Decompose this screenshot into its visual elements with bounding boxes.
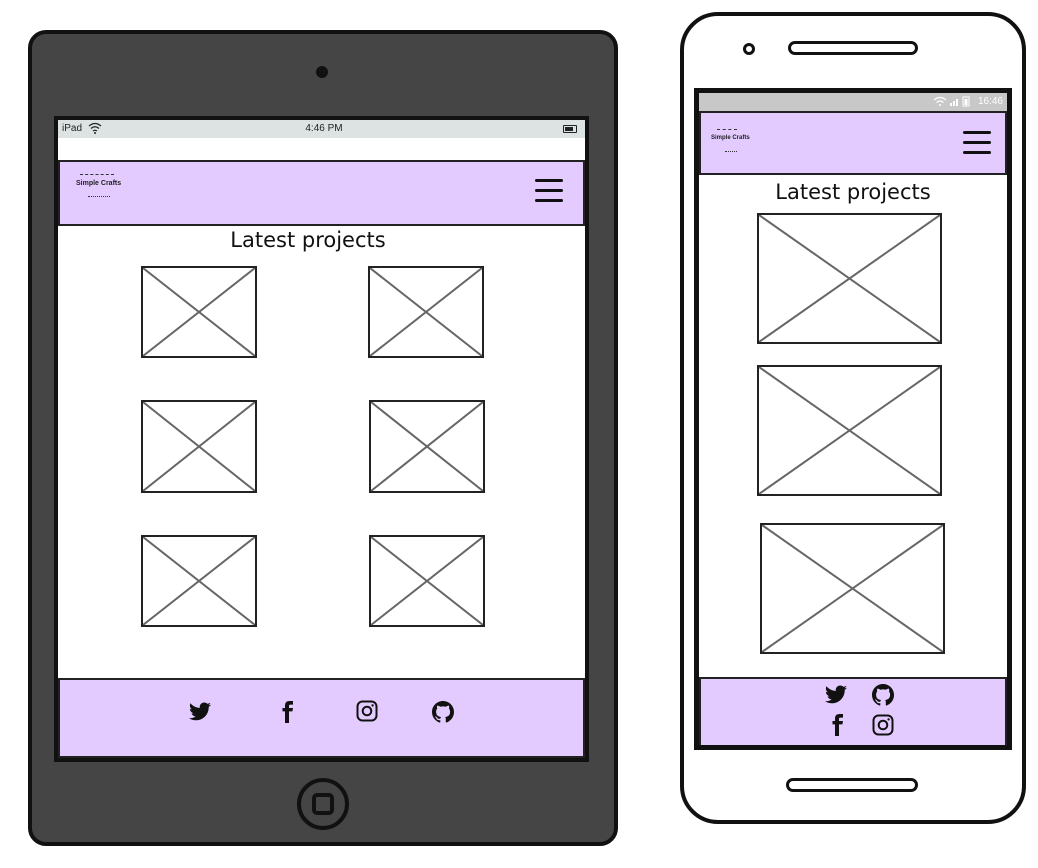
wifi-signal-battery-icon xyxy=(933,96,970,107)
site-logo[interactable]: Simple Crafts xyxy=(711,129,750,152)
phone-screen: 16:46 Simple Crafts Latest projects xyxy=(694,88,1012,750)
site-logo[interactable]: Simple Crafts xyxy=(76,174,122,197)
logo-scribble xyxy=(717,129,737,134)
image-placeholder-icon xyxy=(762,525,943,652)
github-icon[interactable] xyxy=(431,700,455,724)
phone-speaker xyxy=(788,41,918,55)
image-placeholder-icon xyxy=(759,215,940,342)
logo-text: Simple Crafts xyxy=(711,135,750,141)
logo-scribble xyxy=(88,190,110,197)
home-button-square xyxy=(312,793,334,815)
status-time: 16:46 xyxy=(977,96,1003,107)
status-carrier: iPad xyxy=(62,123,83,134)
twitter-icon[interactable] xyxy=(188,700,212,724)
logo-scribble xyxy=(80,174,114,179)
logo-text: Simple Crafts xyxy=(76,180,122,187)
image-placeholder-icon xyxy=(143,537,255,625)
project-image-placeholder[interactable] xyxy=(141,400,257,493)
wifi-icon xyxy=(88,122,102,137)
phone-bottom-bar xyxy=(786,778,918,792)
twitter-icon[interactable] xyxy=(824,683,848,707)
image-placeholder-icon xyxy=(759,367,940,494)
page-title: Latest projects xyxy=(775,180,931,204)
hamburger-menu-icon[interactable] xyxy=(535,179,563,209)
site-header: Simple Crafts xyxy=(699,111,1007,175)
project-image-placeholder[interactable] xyxy=(141,535,257,627)
project-image-placeholder[interactable] xyxy=(369,535,485,627)
phone-status-bar: 16:46 xyxy=(699,93,1007,111)
project-image-placeholder[interactable] xyxy=(141,266,257,358)
image-placeholder-icon xyxy=(371,537,483,625)
project-image-placeholder[interactable] xyxy=(368,266,484,358)
site-footer xyxy=(699,677,1007,745)
site-footer xyxy=(58,678,585,758)
tablet-home-button[interactable] xyxy=(297,778,349,830)
hamburger-menu-icon[interactable] xyxy=(963,131,991,161)
status-icons xyxy=(933,96,973,110)
tablet-status-bar: iPad 4:46 PM xyxy=(58,120,585,138)
logo-scribble xyxy=(725,145,737,152)
page-title: Latest projects xyxy=(230,228,386,252)
image-placeholder-icon xyxy=(143,268,255,356)
project-image-placeholder[interactable] xyxy=(760,523,945,654)
project-image-placeholder[interactable] xyxy=(757,365,942,496)
github-icon[interactable] xyxy=(871,683,895,707)
facebook-icon[interactable] xyxy=(275,700,299,724)
image-placeholder-icon xyxy=(143,402,255,491)
image-placeholder-icon xyxy=(370,268,482,356)
tablet-screen: iPad 4:46 PM Simple Crafts Latest projec… xyxy=(54,116,589,762)
project-image-placeholder[interactable] xyxy=(757,213,942,344)
instagram-icon[interactable] xyxy=(355,699,379,723)
site-header: Simple Crafts xyxy=(58,160,585,226)
tablet-camera xyxy=(316,66,328,78)
status-time: 4:46 PM xyxy=(305,123,343,134)
instagram-icon[interactable] xyxy=(871,713,895,737)
battery-icon xyxy=(563,125,577,133)
facebook-icon[interactable] xyxy=(825,713,849,737)
project-image-placeholder[interactable] xyxy=(369,400,485,493)
phone-camera xyxy=(743,43,755,55)
image-placeholder-icon xyxy=(371,402,483,491)
